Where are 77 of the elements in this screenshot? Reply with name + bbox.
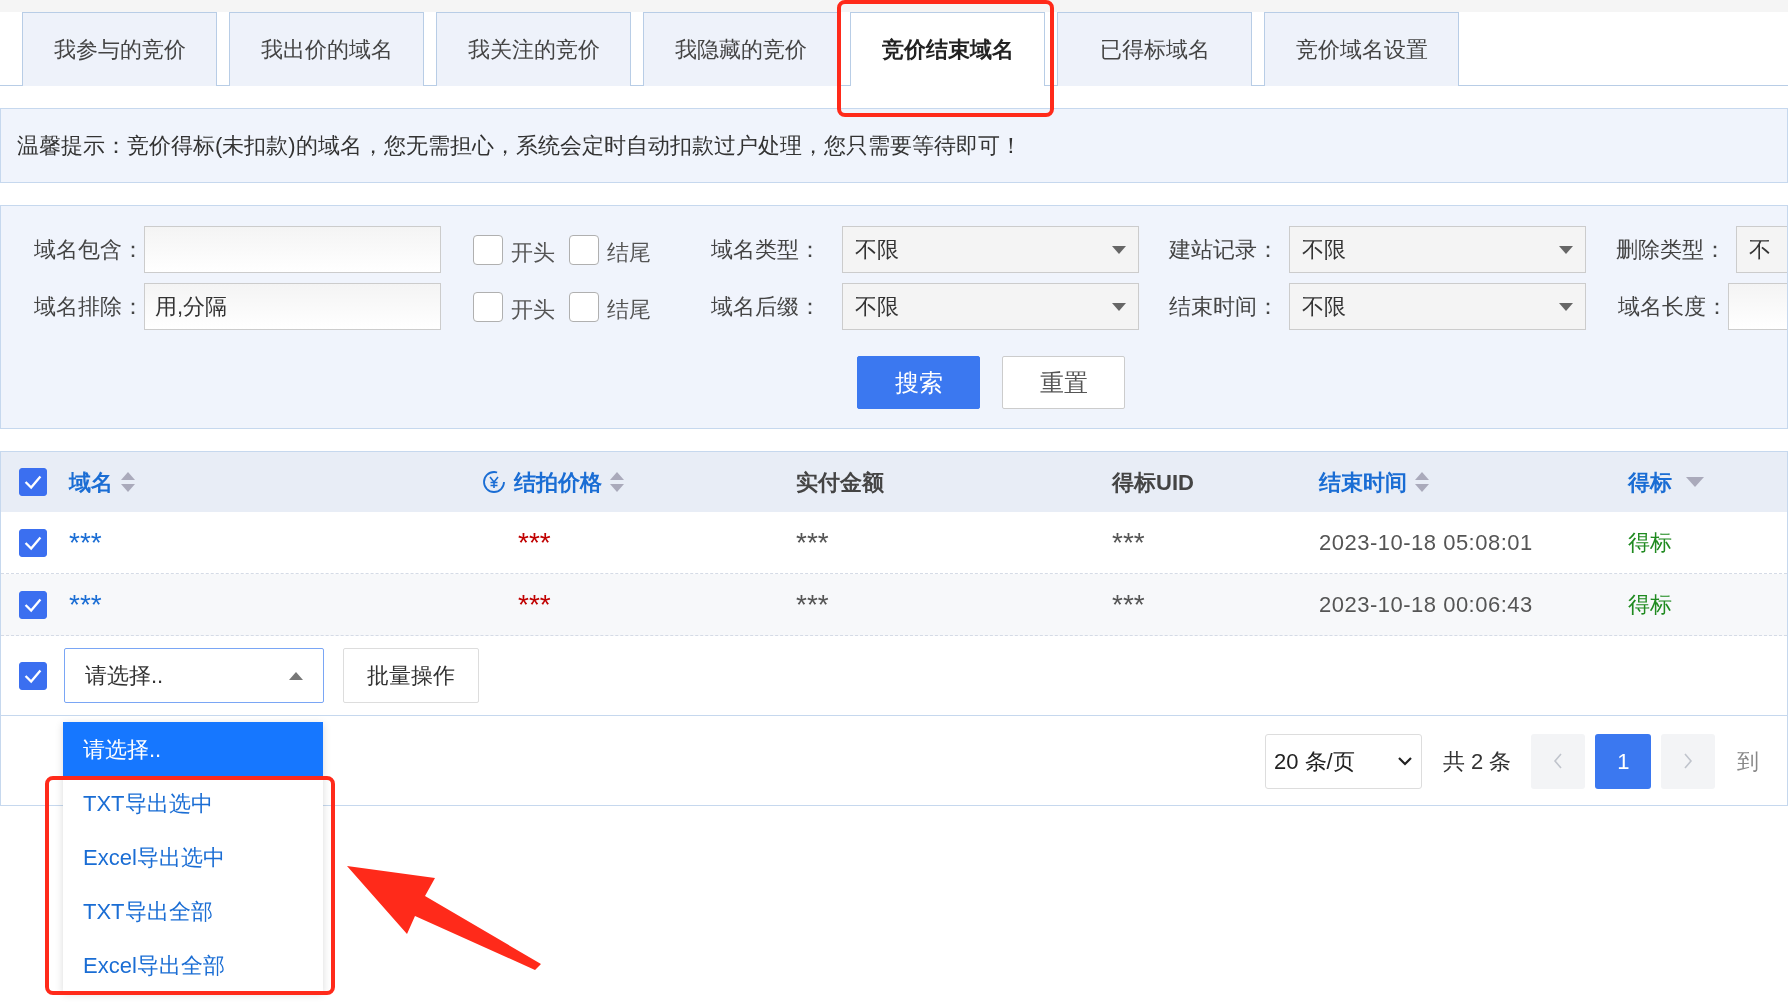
chevron-left-icon: [1553, 752, 1564, 770]
tab[interactable]: 我参与的竞价: [22, 12, 217, 86]
table-cell-text: ***: [796, 587, 830, 622]
checkbox-label: 开头: [511, 296, 555, 324]
domain-link[interactable]: ***: [69, 583, 482, 626]
table-cell-text: ***: [796, 525, 830, 560]
column-header[interactable]: 结拍价格: [514, 465, 602, 499]
goto-label: 到: [1737, 747, 1760, 776]
tab[interactable]: 我关注的竞价: [436, 12, 631, 86]
select-field[interactable]: 请选择..: [64, 648, 324, 703]
field-label: 域名排除：: [34, 293, 144, 321]
select-field[interactable]: 不限: [842, 283, 1139, 330]
field-label: 建站记录：: [1169, 236, 1280, 264]
tab[interactable]: 竞价域名设置: [1264, 12, 1459, 86]
checkbox[interactable]: [569, 291, 599, 322]
sort-icon[interactable]: [1415, 472, 1429, 492]
caret-icon: [1112, 245, 1126, 254]
caret-icon: [1112, 302, 1126, 311]
select-field[interactable]: 不限: [1289, 283, 1586, 330]
search-button[interactable]: 搜索: [857, 356, 980, 409]
dropdown-option[interactable]: TXT导出全部: [63, 884, 323, 938]
checkbox-label: 结尾: [607, 296, 651, 324]
input-field[interactable]: 用,分隔: [144, 283, 441, 330]
checkbox-label: 结尾: [607, 239, 651, 267]
status-text: 得标: [1628, 529, 1673, 557]
page-size-select[interactable]: 20 条/页: [1265, 733, 1422, 789]
checkbox[interactable]: [19, 528, 47, 557]
filter-caret-icon[interactable]: [1686, 477, 1704, 487]
select-field[interactable]: 不限: [842, 226, 1139, 273]
field-label: 域名类型：: [711, 236, 822, 264]
tab[interactable]: 我出价的域名: [229, 12, 424, 86]
caret-icon: [1559, 302, 1573, 311]
column-header: 得标UID: [1112, 468, 1194, 497]
table-cell-text: ***: [1112, 587, 1146, 622]
select-field[interactable]: 不: [1736, 226, 1787, 273]
field-label: 域名长度：: [1618, 293, 1728, 321]
column-header[interactable]: 结束时间: [1319, 465, 1407, 499]
field-label: 域名包含：: [34, 236, 144, 264]
field-label: 结束时间：: [1169, 293, 1280, 321]
field-label: 域名后缀：: [711, 293, 822, 321]
checkbox[interactable]: [19, 468, 47, 496]
tab[interactable]: 我隐藏的竞价: [643, 12, 838, 86]
tab[interactable]: 已得标域名: [1057, 12, 1252, 86]
checkbox[interactable]: [19, 590, 47, 619]
sort-icon[interactable]: [121, 472, 135, 492]
table-cell-text: ***: [517, 587, 552, 622]
page-button[interactable]: 1: [1595, 733, 1652, 789]
checkbox-label: 开头: [511, 239, 555, 267]
dropdown-option[interactable]: Excel导出全部: [63, 938, 323, 992]
batch-button[interactable]: 批量操作: [343, 648, 479, 703]
sort-icon[interactable]: [610, 472, 624, 492]
table-cell-text: ***: [517, 525, 552, 560]
notice-text: 温馨提示：竞价得标(未扣款)的域名，您无需担心，系统会定时自动扣款过户处理，您只需要等待即可！: [17, 132, 1022, 160]
status-text: 得标: [1628, 591, 1673, 619]
select-field[interactable]: 不限: [1289, 226, 1586, 273]
column-header[interactable]: 域名: [69, 465, 113, 499]
dropdown-option[interactable]: 请选择..: [63, 722, 323, 776]
chevron-down-icon: [1397, 756, 1413, 766]
coin-icon: [482, 470, 506, 494]
reset-button[interactable]: 重置: [1002, 356, 1125, 409]
column-header[interactable]: 得标: [1628, 465, 1672, 499]
checkbox[interactable]: [19, 661, 47, 690]
total-count: 共 2 条: [1443, 747, 1512, 776]
column-header: 实付金额: [796, 468, 884, 497]
table-cell-text: ***: [1112, 525, 1146, 560]
table-cell-text: 2023-10-18 00:06:43: [1319, 591, 1534, 619]
field-label: 删除类型：: [1616, 236, 1727, 264]
table-cell-text: 2023-10-18 05:08:01: [1319, 529, 1534, 557]
checkbox[interactable]: [473, 291, 503, 322]
input-field[interactable]: [144, 226, 441, 273]
caret-icon: [1559, 245, 1573, 254]
tab[interactable]: 竞价结束域名: [850, 12, 1045, 86]
chevron-right-icon: [1683, 752, 1694, 770]
checkbox[interactable]: [569, 234, 599, 265]
domain-link[interactable]: ***: [69, 521, 482, 564]
checkbox[interactable]: [473, 234, 503, 265]
dropdown-option[interactable]: Excel导出选中: [63, 830, 323, 884]
